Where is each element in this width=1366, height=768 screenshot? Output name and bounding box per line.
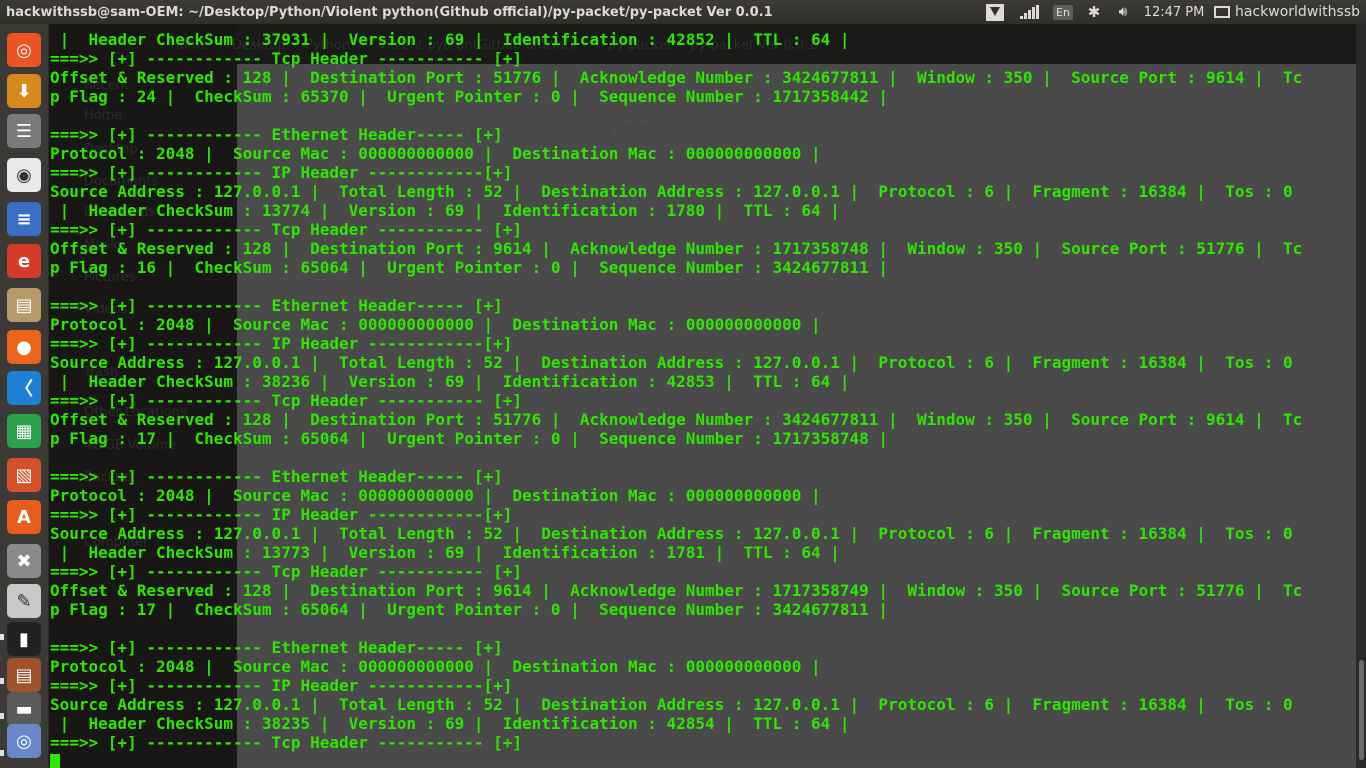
scrollbar-thumb[interactable] bbox=[1359, 660, 1364, 760]
monitor-icon bbox=[1214, 6, 1231, 18]
terminal-line: ===>> [+] ------------ Ethernet Header--… bbox=[50, 638, 503, 657]
user-name: hackworldwithssb bbox=[1235, 4, 1360, 20]
language-label: En bbox=[1053, 4, 1073, 20]
disc-icon[interactable]: ◎ bbox=[7, 724, 41, 758]
terminal-icon[interactable]: ▮ bbox=[7, 622, 41, 656]
terminal-line: Protocol : 2048 | Source Mac : 000000000… bbox=[50, 315, 821, 334]
document-viewer-icon[interactable]: e bbox=[7, 244, 41, 278]
terminal-line: p Flag : 17 | CheckSum : 65064 | Urgent … bbox=[50, 600, 889, 619]
vscode-icon[interactable]: 〈 bbox=[7, 371, 41, 405]
text-editor-icon[interactable]: ✎ bbox=[7, 584, 41, 618]
terminal-line: Protocol : 2048 | Source Mac : 000000000… bbox=[50, 144, 821, 163]
clock[interactable]: 12:47 PM bbox=[1138, 0, 1210, 24]
terminal-line: ===>> [+] ------------ Tcp Header ------… bbox=[50, 391, 523, 410]
terminal-line: p Flag : 17 | CheckSum : 65064 | Urgent … bbox=[50, 429, 889, 448]
download-indicator-icon[interactable] bbox=[978, 0, 1012, 24]
terminal-line: | Header CheckSum : 13773 | Version : 69… bbox=[50, 543, 840, 562]
user-menu[interactable]: hackworldwithssb bbox=[1210, 0, 1366, 24]
terminal-line: ===>> [+] ------------ IP Header -------… bbox=[50, 163, 513, 182]
terminal-line: ===>> [+] ------------ Ethernet Header--… bbox=[50, 467, 503, 486]
terminal-line: Offset & Reserved : 128 | Destination Po… bbox=[50, 239, 1303, 258]
terminal-line: Offset & Reserved : 128 | Destination Po… bbox=[50, 68, 1303, 87]
terminal-line: Protocol : 2048 | Source Mac : 000000000… bbox=[50, 486, 821, 505]
archive-icon[interactable]: ▤ bbox=[7, 658, 41, 692]
running-indicator bbox=[0, 713, 4, 719]
terminal-line: ===>> [+] ------------ Tcp Header ------… bbox=[50, 733, 523, 752]
network-signal-icon[interactable] bbox=[1012, 0, 1046, 24]
top-panel: hackwithssb@sam-OEM: ~/Desktop/Python/Vi… bbox=[0, 0, 1366, 24]
terminal-line: p Flag : 16 | CheckSum : 65064 | Urgent … bbox=[50, 258, 889, 277]
software-center-icon[interactable]: A bbox=[7, 500, 41, 534]
running-indicator bbox=[0, 678, 4, 684]
terminal-line: Source Address : 127.0.0.1 | Total Lengt… bbox=[50, 182, 1293, 201]
impress-icon[interactable]: ▧ bbox=[7, 458, 41, 492]
launcher: ◎ ⬇ ☰ ◉ ≡ e ▤ ● 〈 ▦ ▧ A ✖ ✎ ▮ ▤ ▬ ◎ bbox=[0, 24, 49, 768]
terminal-line: ===>> [+] ------------ IP Header -------… bbox=[50, 505, 513, 524]
system-tray: En ✱ 🔊︎ 12:47 PM hackworldwithssb bbox=[978, 0, 1366, 24]
file-manager-icon[interactable]: ☰ bbox=[7, 114, 41, 148]
terminal-line: ===>> [+] ------------ Tcp Header ------… bbox=[50, 49, 523, 68]
terminal-line: | Header CheckSum : 13774 | Version : 69… bbox=[50, 201, 840, 220]
running-indicator bbox=[0, 634, 4, 640]
system-settings-icon[interactable]: ✖ bbox=[7, 544, 41, 578]
terminal-line: | Header CheckSum : 38235 | Version : 69… bbox=[50, 714, 850, 733]
terminal-cursor bbox=[50, 754, 60, 768]
terminal-line: Offset & Reserved : 128 | Destination Po… bbox=[50, 410, 1303, 429]
drive-icon[interactable]: ▬ bbox=[7, 692, 41, 726]
terminal-line: | Header CheckSum : 37931 | Version : 69… bbox=[50, 30, 850, 49]
terminal-scrollbar[interactable] bbox=[1356, 24, 1366, 768]
terminal-line: ===>> [+] ------------ Ethernet Header--… bbox=[50, 125, 503, 144]
terminal-line: Offset & Reserved : 128 | Destination Po… bbox=[50, 581, 1303, 600]
terminal-line: | Header CheckSum : 38236 | Version : 69… bbox=[50, 372, 850, 391]
firefox-icon[interactable]: ● bbox=[7, 330, 41, 364]
terminal-line: Protocol : 2048 | Source Mac : 000000000… bbox=[50, 657, 821, 676]
running-indicator bbox=[0, 750, 4, 756]
terminal-line: p Flag : 24 | CheckSum : 65370 | Urgent … bbox=[50, 87, 889, 106]
folder-icon[interactable]: ▤ bbox=[7, 288, 41, 322]
installer-icon[interactable]: ⬇ bbox=[7, 74, 41, 108]
terminal-line: Source Address : 127.0.0.1 | Total Lengt… bbox=[50, 695, 1293, 714]
volume-icon[interactable]: 🔊︎ bbox=[1108, 0, 1138, 24]
terminal-line: ===>> [+] ------------ Tcp Header ------… bbox=[50, 220, 523, 239]
window-title: hackwithssb@sam-OEM: ~/Desktop/Python/Vi… bbox=[6, 4, 773, 20]
terminal-line: ===>> [+] ------------ Ethernet Header--… bbox=[50, 296, 503, 315]
ubuntu-dash-icon[interactable]: ◎ bbox=[7, 33, 41, 67]
terminal-line: Source Address : 127.0.0.1 | Total Lengt… bbox=[50, 524, 1293, 543]
calc-icon[interactable]: ▦ bbox=[7, 414, 41, 448]
terminal-line: ===>> [+] ------------ IP Header -------… bbox=[50, 334, 513, 353]
terminal-output: | Header CheckSum : 37931 | Version : 69… bbox=[50, 30, 1302, 768]
terminal-line: Source Address : 127.0.0.1 | Total Lengt… bbox=[50, 353, 1293, 372]
terminal-line: ===>> [+] ------------ IP Header -------… bbox=[50, 676, 513, 695]
terminal-line: ===>> [+] ------------ Tcp Header ------… bbox=[50, 562, 523, 581]
writer-icon[interactable]: ≡ bbox=[7, 202, 41, 236]
keyboard-language-indicator[interactable]: En bbox=[1046, 0, 1080, 24]
bluetooth-icon[interactable]: ✱ bbox=[1080, 0, 1108, 24]
terminal-window[interactable]: | Header CheckSum : 37931 | Version : 69… bbox=[49, 24, 1356, 768]
chrome-icon[interactable]: ◉ bbox=[7, 158, 41, 192]
